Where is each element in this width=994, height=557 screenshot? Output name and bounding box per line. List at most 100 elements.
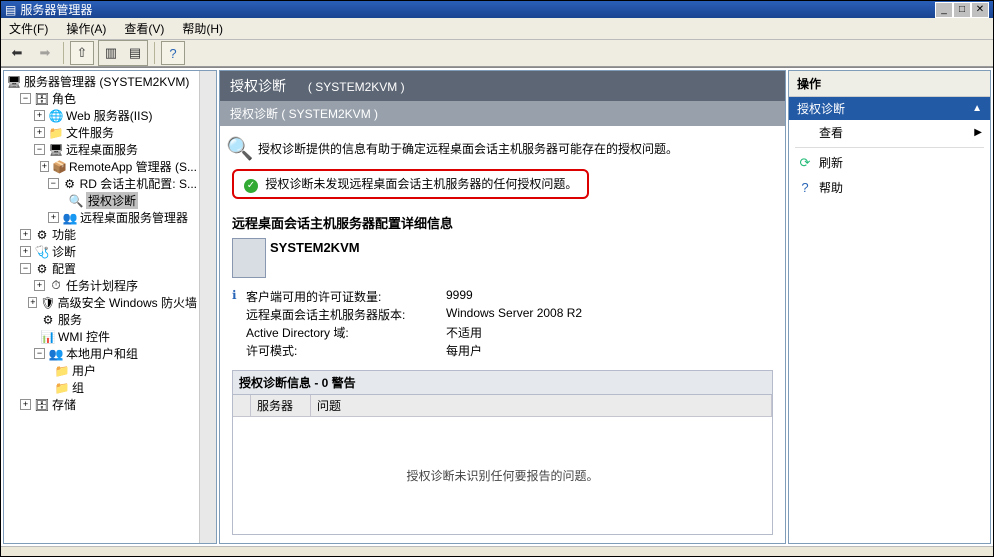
help-button[interactable]: ? [161, 41, 185, 65]
menu-view[interactable]: 查看(V) [120, 18, 168, 39]
warnings-grid-header: 服务器 问题 [233, 395, 772, 417]
help-icon: ? [797, 180, 813, 196]
actions-group-header[interactable]: 授权诊断 ▲ [789, 97, 990, 120]
info-icon: ℹ [232, 288, 246, 306]
web-icon: 🌐 [48, 108, 64, 124]
expand-icon[interactable]: + [40, 161, 49, 172]
main-content-pane: 授权诊断 ( SYSTEM2KVM ) 授权诊断 ( SYSTEM2KVM ) … [219, 70, 786, 544]
submenu-arrow-icon: ▶ [974, 127, 982, 138]
actions-pane: 操作 授权诊断 ▲ 查看 ▶ ⟳ 刷新 ? 帮助 [788, 70, 991, 544]
features-icon: ⚙ [34, 227, 50, 243]
tree-users[interactable]: 📁 用户 [6, 362, 197, 379]
nav-forward-button[interactable]: ➡ [33, 41, 57, 65]
app-icon: ▤ [5, 3, 16, 17]
col-server[interactable]: 服务器 [251, 395, 311, 416]
tree-file-services[interactable]: + 📁 文件服务 [6, 124, 197, 141]
window-title: 服务器管理器 [20, 1, 92, 18]
services-icon: ⚙ [40, 312, 56, 328]
maximize-button[interactable]: □ [953, 2, 971, 18]
rds-icon: 🖥 [48, 142, 64, 158]
show-hide-actions-button[interactable]: ▤ [123, 41, 147, 65]
tree-configuration[interactable]: − ⚙ 配置 [6, 260, 197, 277]
action-refresh-label: 刷新 [819, 154, 843, 171]
status-highlight-box: ✓ 授权诊断未发现远程桌面会话主机服务器的任何授权问题。 [232, 169, 589, 199]
wmi-icon: 📊 [40, 329, 56, 345]
tree-root[interactable]: 🖥 服务器管理器 (SYSTEM2KVM) [6, 73, 197, 90]
kv-mode-val: 每用户 [446, 342, 646, 360]
collapse-icon[interactable]: − [20, 263, 31, 274]
expand-icon[interactable]: + [20, 246, 31, 257]
status-bar [1, 546, 993, 557]
tree-groups[interactable]: 📁 组 [6, 379, 197, 396]
nav-back-button[interactable]: ⬅ [5, 41, 29, 65]
expand-icon[interactable]: + [28, 297, 37, 308]
action-help[interactable]: ? 帮助 [789, 175, 990, 200]
main-subtitle-bar: 授权诊断 ( SYSTEM2KVM ) [220, 101, 785, 126]
server-thumbnail-icon [232, 238, 266, 278]
localusers-icon: 👥 [48, 346, 64, 362]
grid-corner [233, 395, 251, 416]
tree-features[interactable]: + ⚙ 功能 [6, 226, 197, 243]
server-icon: 🖥 [6, 74, 22, 90]
tree-diagnostics[interactable]: + 🩺 诊断 [6, 243, 197, 260]
tree-rdconfig[interactable]: − ⚙ RD 会话主机配置: S... [6, 175, 197, 192]
expand-icon[interactable]: + [20, 399, 31, 410]
action-view[interactable]: 查看 ▶ [789, 120, 990, 145]
server-name: SYSTEM2KVM [270, 238, 360, 278]
minimize-button[interactable]: _ [935, 2, 953, 18]
expand-icon[interactable]: + [34, 127, 45, 138]
tree-wmi[interactable]: 📊 WMI 控件 [6, 328, 197, 345]
close-button[interactable]: ✕ [971, 2, 989, 18]
diag-icon: 🩺 [34, 244, 50, 260]
warnings-empty-message: 授权诊断未识别任何要报告的问题。 [233, 417, 772, 534]
rdsmgr-icon: 👥 [62, 210, 78, 226]
menu-bar: 文件(F) 操作(A) 查看(V) 帮助(H) [1, 18, 993, 40]
remoteapp-icon: 📦 [52, 159, 67, 175]
collapse-icon[interactable]: − [34, 348, 45, 359]
expand-icon[interactable]: + [20, 229, 31, 240]
action-help-label: 帮助 [819, 179, 843, 196]
actions-group-title-text: 授权诊断 [797, 100, 845, 117]
kv-ad-val: 不适用 [446, 324, 646, 342]
up-level-button[interactable]: ⇧ [70, 41, 94, 65]
license-icon: 🔍 [68, 193, 84, 209]
expand-icon[interactable]: + [48, 212, 59, 223]
expand-icon[interactable]: + [34, 110, 45, 121]
config-details-table: ℹ 客户端可用的许可证数量: 9999 远程桌面会话主机服务器版本: Windo… [232, 288, 773, 360]
kv-version-val: Windows Server 2008 R2 [446, 306, 646, 324]
tree-roles[interactable]: − 🗄 角色 [6, 90, 197, 107]
main-title-suffix: ( SYSTEM2KVM ) [308, 80, 405, 94]
title-bar: ▤ 服务器管理器 _ □ ✕ [1, 1, 993, 18]
menu-file[interactable]: 文件(F) [5, 18, 52, 39]
collapse-icon[interactable]: − [34, 144, 45, 155]
tree-local-users[interactable]: − 👥 本地用户和组 [6, 345, 197, 362]
intro-text: 授权诊断提供的信息有助于确定远程桌面会话主机服务器可能存在的授权问题。 [258, 140, 678, 157]
tree-task-scheduler[interactable]: + ⏱ 任务计划程序 [6, 277, 197, 294]
tree-rds[interactable]: − 🖥 远程桌面服务 [6, 141, 197, 158]
scheduler-icon: ⏱ [48, 278, 64, 294]
tree-storage[interactable]: + 🗄 存储 [6, 396, 197, 413]
license-diag-icon: 🔍 [232, 141, 248, 157]
collapse-icon[interactable]: − [20, 93, 31, 104]
tree-services[interactable]: ⚙ 服务 [6, 311, 197, 328]
collapse-icon[interactable]: − [48, 178, 59, 189]
show-hide-tree-button[interactable]: ▥ [99, 41, 123, 65]
tree-rds-manager[interactable]: + 👥 远程桌面服务管理器 [6, 209, 197, 226]
menu-action[interactable]: 操作(A) [62, 18, 110, 39]
config-icon: ⚙ [34, 261, 50, 277]
menu-help[interactable]: 帮助(H) [178, 18, 227, 39]
main-title: 授权诊断 [230, 78, 286, 94]
details-title: 远程桌面会话主机服务器配置详细信息 [232, 213, 773, 232]
tree-licensing-diagnosis[interactable]: 🔍 授权诊断 [6, 192, 197, 209]
warnings-header: 授权诊断信息 - 0 警告 [232, 370, 773, 395]
kv-licenses-val: 9999 [446, 288, 646, 306]
tree-web-server[interactable]: + 🌐 Web 服务器(IIS) [6, 107, 197, 124]
action-refresh[interactable]: ⟳ 刷新 [789, 150, 990, 175]
tree-remoteapp[interactable]: + 📦 RemoteApp 管理器 (S... [6, 158, 197, 175]
tree-scrollbar[interactable] [199, 71, 216, 543]
tree-firewall[interactable]: + 🛡 高级安全 Windows 防火墙 [6, 294, 197, 311]
file-icon: 📁 [48, 125, 64, 141]
col-problem[interactable]: 问题 [311, 395, 772, 416]
toolbar: ⬅ ➡ ⇧ ▥ ▤ ? [1, 40, 993, 67]
expand-icon[interactable]: + [34, 280, 45, 291]
